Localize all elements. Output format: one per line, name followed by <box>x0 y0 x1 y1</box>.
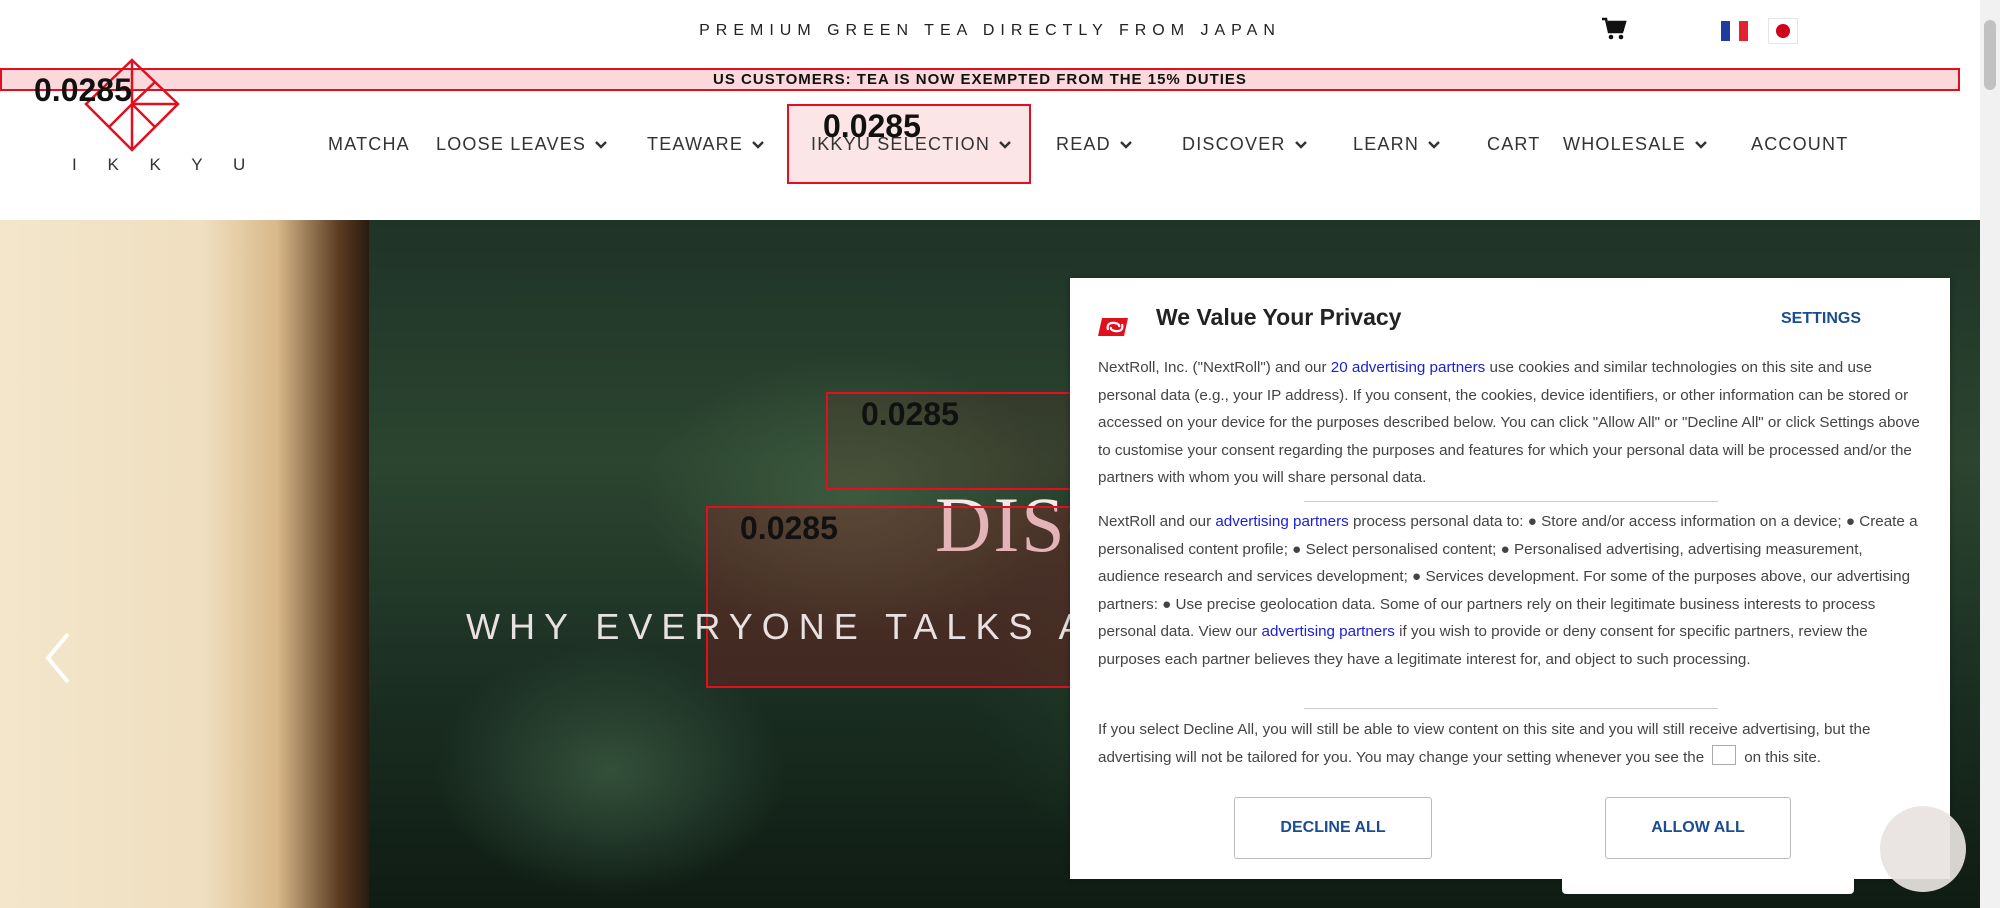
nav-item-account[interactable]: ACCOUNT <box>1751 134 1848 155</box>
flag-fr-icon[interactable] <box>1721 21 1748 41</box>
decline-all-button[interactable]: DECLINE ALL <box>1234 797 1432 859</box>
chevron-down-icon <box>1294 140 1307 149</box>
main-nav: MATCHA LOOSE LEAVES TEAWARE IKKYU SELECT… <box>0 120 1980 168</box>
chevron-down-icon <box>1428 140 1440 149</box>
scrollbar-thumb[interactable] <box>1984 20 1996 90</box>
advertising-partners-link[interactable]: advertising partners <box>1262 623 1395 640</box>
nav-item-loose-leaves[interactable]: LOOSE LEAVES <box>436 134 608 155</box>
hero-box2-overlay-label: 0.0285 <box>740 510 838 546</box>
nav-item-wholesale[interactable]: WHOLESALE <box>1563 134 1708 155</box>
allow-all-button[interactable]: ALLOW ALL <box>1605 797 1791 859</box>
hero-left-panel <box>0 220 369 908</box>
chevron-left-icon[interactable] <box>40 630 76 686</box>
announcement-bar: US CUSTOMERS: TEA IS NOW EXEMPTED FROM T… <box>0 68 1960 91</box>
scrollbar[interactable] <box>1980 0 2000 908</box>
nav-item-learn[interactable]: LEARN <box>1353 134 1441 155</box>
top-strip: PREMIUM GREEN TEA DIRECTLY FROM JAPAN <box>0 0 1980 64</box>
nav-item-matcha[interactable]: MATCHA <box>328 134 410 155</box>
settings-button[interactable]: SETTINGS <box>1781 310 1861 328</box>
advertising-partners-link[interactable]: advertising partners <box>1215 513 1348 530</box>
logo-overlay-label: 0.0285 <box>34 72 132 108</box>
nav-item-discover[interactable]: DISCOVER <box>1182 134 1308 155</box>
nav-item-teaware[interactable]: TEAWARE <box>647 134 765 155</box>
chat-widget-button[interactable] <box>1880 806 1966 892</box>
cart-icon[interactable] <box>1601 17 1627 41</box>
chevron-down-icon <box>1694 140 1707 149</box>
nextroll-small-icon <box>1712 745 1737 766</box>
hero-box1-overlay-label: 0.0285 <box>861 396 959 432</box>
nav-item-read[interactable]: READ <box>1056 134 1133 155</box>
consent-paragraph-3: If you select Decline All, you will stil… <box>1098 721 1871 766</box>
nav-item-cart[interactable]: CART <box>1487 134 1540 155</box>
nav-overlay-label: 0.0285 <box>823 108 921 144</box>
consent-paragraph-1: NextRoll, Inc. ("NextRoll") and our 20 a… <box>1098 359 1920 486</box>
consent-title: We Value Your Privacy <box>1156 304 1402 330</box>
divider <box>1304 708 1718 709</box>
nextroll-icon <box>1098 318 1128 336</box>
consent-paragraph-2: NextRoll and our advertising partners pr… <box>1098 513 1918 668</box>
chevron-down-icon <box>752 140 764 149</box>
divider <box>1304 501 1718 502</box>
chevron-down-icon <box>595 140 607 149</box>
consent-dialog: We Value Your Privacy SETTINGS NextRoll,… <box>1070 278 1950 879</box>
advertising-partners-link[interactable]: 20 advertising partners <box>1331 359 1486 376</box>
hero-subtitle: WHY EVERYONE TALKS AB <box>466 606 1125 647</box>
flag-jp-icon[interactable] <box>1768 18 1798 44</box>
chevron-down-icon <box>999 140 1011 149</box>
chevron-down-icon <box>1119 140 1132 149</box>
footer-widget-edge <box>1562 872 1854 894</box>
tagline: PREMIUM GREEN TEA DIRECTLY FROM JAPAN <box>699 22 1281 39</box>
